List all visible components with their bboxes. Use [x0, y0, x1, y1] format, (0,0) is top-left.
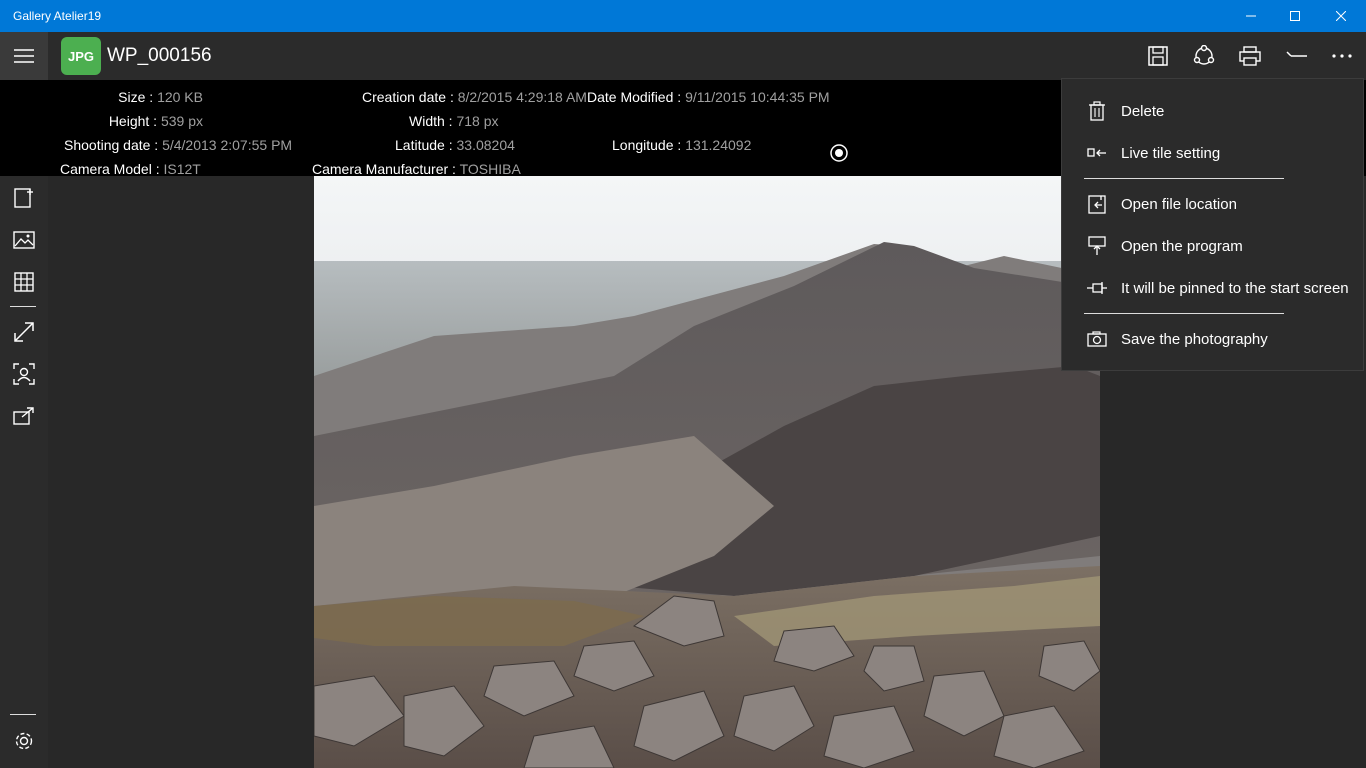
menu-hamburger-button[interactable] — [0, 32, 48, 80]
file-name: WP_000156 — [107, 45, 212, 66]
info-longitude: Longitude : 131.24092 — [612, 137, 752, 153]
menu-item-live-tile[interactable]: Live tile setting — [1062, 132, 1365, 174]
hamburger-icon — [14, 49, 34, 63]
info-size: Size : 120 KB — [118, 89, 203, 105]
photo-view[interactable] — [314, 176, 1100, 768]
save-icon — [1148, 46, 1168, 66]
menu-item-pin-start[interactable]: It will be pinned to the start screen — [1062, 267, 1365, 309]
file-type-badge: JPG — [61, 37, 101, 75]
share-button[interactable] — [1186, 38, 1222, 74]
share-icon — [1193, 45, 1215, 65]
menu-divider — [1084, 178, 1284, 179]
left-toolbar — [0, 176, 48, 768]
info-creation-date: Creation date : 8/2/2015 4:29:18 AM — [362, 89, 587, 105]
camera-icon — [1086, 328, 1108, 350]
open-external-button[interactable] — [0, 396, 48, 436]
more-options-menu: Delete Live tile setting Open file locat… — [1061, 78, 1364, 371]
sidebar-divider — [10, 306, 36, 307]
menu-item-delete[interactable]: Delete — [1062, 90, 1365, 132]
open-program-icon — [1086, 235, 1108, 257]
unpin-icon — [1286, 51, 1307, 57]
save-button[interactable] — [1140, 38, 1176, 74]
menu-item-open-program[interactable]: Open the program — [1062, 225, 1365, 267]
info-camera-manufacturer: Camera Manufacturer : TOSHIBA — [312, 161, 521, 177]
app-bar: JPG WP_000156 — [0, 32, 1366, 80]
face-detect-button[interactable] — [0, 354, 48, 394]
menu-item-open-file-location[interactable]: Open file location — [1062, 183, 1365, 225]
map-location-button[interactable] — [829, 143, 849, 163]
fullscreen-button[interactable] — [0, 312, 48, 352]
info-height: Height : 539 px — [108, 113, 203, 129]
expand-icon — [14, 322, 34, 342]
image-view-button[interactable] — [0, 220, 48, 260]
grid-view-button[interactable] — [0, 262, 48, 302]
face-scan-icon — [13, 363, 35, 385]
pin-icon — [1086, 277, 1108, 299]
live-tile-icon — [1086, 142, 1108, 164]
image-icon — [13, 231, 35, 249]
location-target-icon — [830, 144, 848, 162]
new-page-button[interactable] — [0, 178, 48, 218]
info-camera-model: Camera Model : IS12T — [60, 161, 201, 177]
mountain-photo — [314, 176, 1100, 768]
info-width: Width : 718 px — [409, 113, 499, 129]
close-button[interactable] — [1318, 0, 1364, 32]
sidebar-divider-bottom — [10, 714, 36, 715]
info-date-modified: Date Modified : 9/11/2015 10:44:35 PM — [587, 89, 830, 105]
window-title: Gallery Atelier19 — [13, 9, 102, 23]
info-latitude: Latitude : 33.08204 — [395, 137, 515, 153]
folder-location-icon — [1086, 193, 1108, 215]
info-shooting-date: Shooting date : 5/4/2013 2:07:55 PM — [64, 137, 293, 153]
print-button[interactable] — [1232, 38, 1268, 74]
menu-item-save-photo[interactable]: Save the photography — [1062, 318, 1365, 360]
printer-icon — [1239, 46, 1261, 66]
gear-icon — [15, 732, 33, 750]
maximize-button[interactable] — [1272, 0, 1318, 32]
trash-icon — [1086, 100, 1108, 122]
grid-icon — [14, 272, 34, 292]
menu-divider-2 — [1084, 313, 1284, 314]
more-options-button[interactable] — [1324, 38, 1360, 74]
new-page-icon — [14, 188, 33, 208]
unpin-button[interactable] — [1278, 38, 1314, 74]
title-bar: Gallery Atelier19 — [0, 0, 1366, 32]
more-icon — [1332, 54, 1352, 58]
minimize-button[interactable] — [1228, 0, 1274, 32]
settings-button[interactable] — [0, 721, 48, 761]
open-external-icon — [13, 407, 34, 425]
